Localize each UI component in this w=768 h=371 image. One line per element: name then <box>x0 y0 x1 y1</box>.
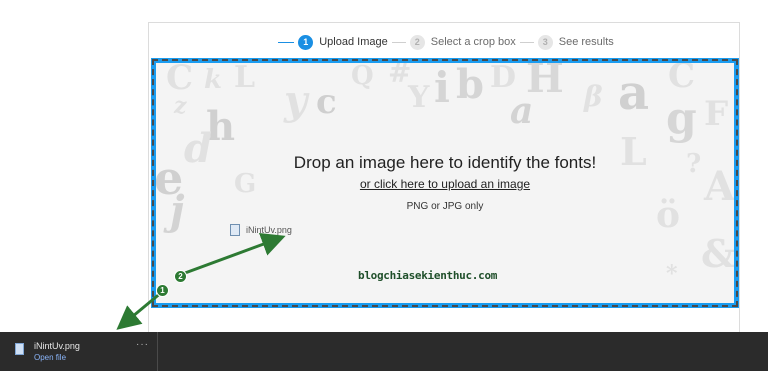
format-note: PNG or JPG only <box>406 201 484 212</box>
download-bar: iNintUv.png Open file ··· <box>0 332 768 371</box>
step-upload-image: 1 Upload Image <box>298 34 388 50</box>
image-file-icon <box>15 343 24 355</box>
stepper-line <box>391 41 406 43</box>
download-file-name: iNintUv.png <box>34 341 80 351</box>
step-number: 3 <box>537 34 553 50</box>
step-select-crop-box: 2 Select a crop box <box>409 34 516 50</box>
step-label: Select a crop box <box>430 36 516 48</box>
step-number: 1 <box>298 34 314 50</box>
step-number: 2 <box>409 34 425 50</box>
step-badge-1: 1 <box>156 284 169 297</box>
upload-image-link[interactable]: or click here to upload an image <box>360 177 530 191</box>
image-drop-zone[interactable]: C k L y c Q # Y i b D H a β a C g F z h … <box>151 58 739 308</box>
drop-heading: Drop an image here to identify the fonts… <box>293 153 597 172</box>
dragged-file-ghost: iNintUv.png <box>230 224 292 236</box>
more-options-icon[interactable]: ··· <box>136 339 149 350</box>
step-label: Upload Image <box>319 36 388 48</box>
open-file-link[interactable]: Open file <box>34 353 66 362</box>
upload-card: 1 Upload Image 2 Select a crop box 3 See… <box>148 22 740 342</box>
image-file-icon <box>230 224 240 236</box>
watermark-text: blogchiasekienthuc.com <box>358 269 498 282</box>
step-label: See results <box>558 36 614 48</box>
stepper-line <box>519 41 534 43</box>
step-badge-2: 2 <box>174 270 187 283</box>
dragged-file-label: iNintUv.png <box>246 225 292 235</box>
stepper-line <box>278 41 295 43</box>
drop-instructions: Drop an image here to identify the fonts… <box>156 153 734 212</box>
download-item[interactable]: iNintUv.png Open file ··· <box>0 332 158 371</box>
step-see-results: 3 See results <box>537 34 614 50</box>
progress-stepper: 1 Upload Image 2 Select a crop box 3 See… <box>149 32 739 52</box>
